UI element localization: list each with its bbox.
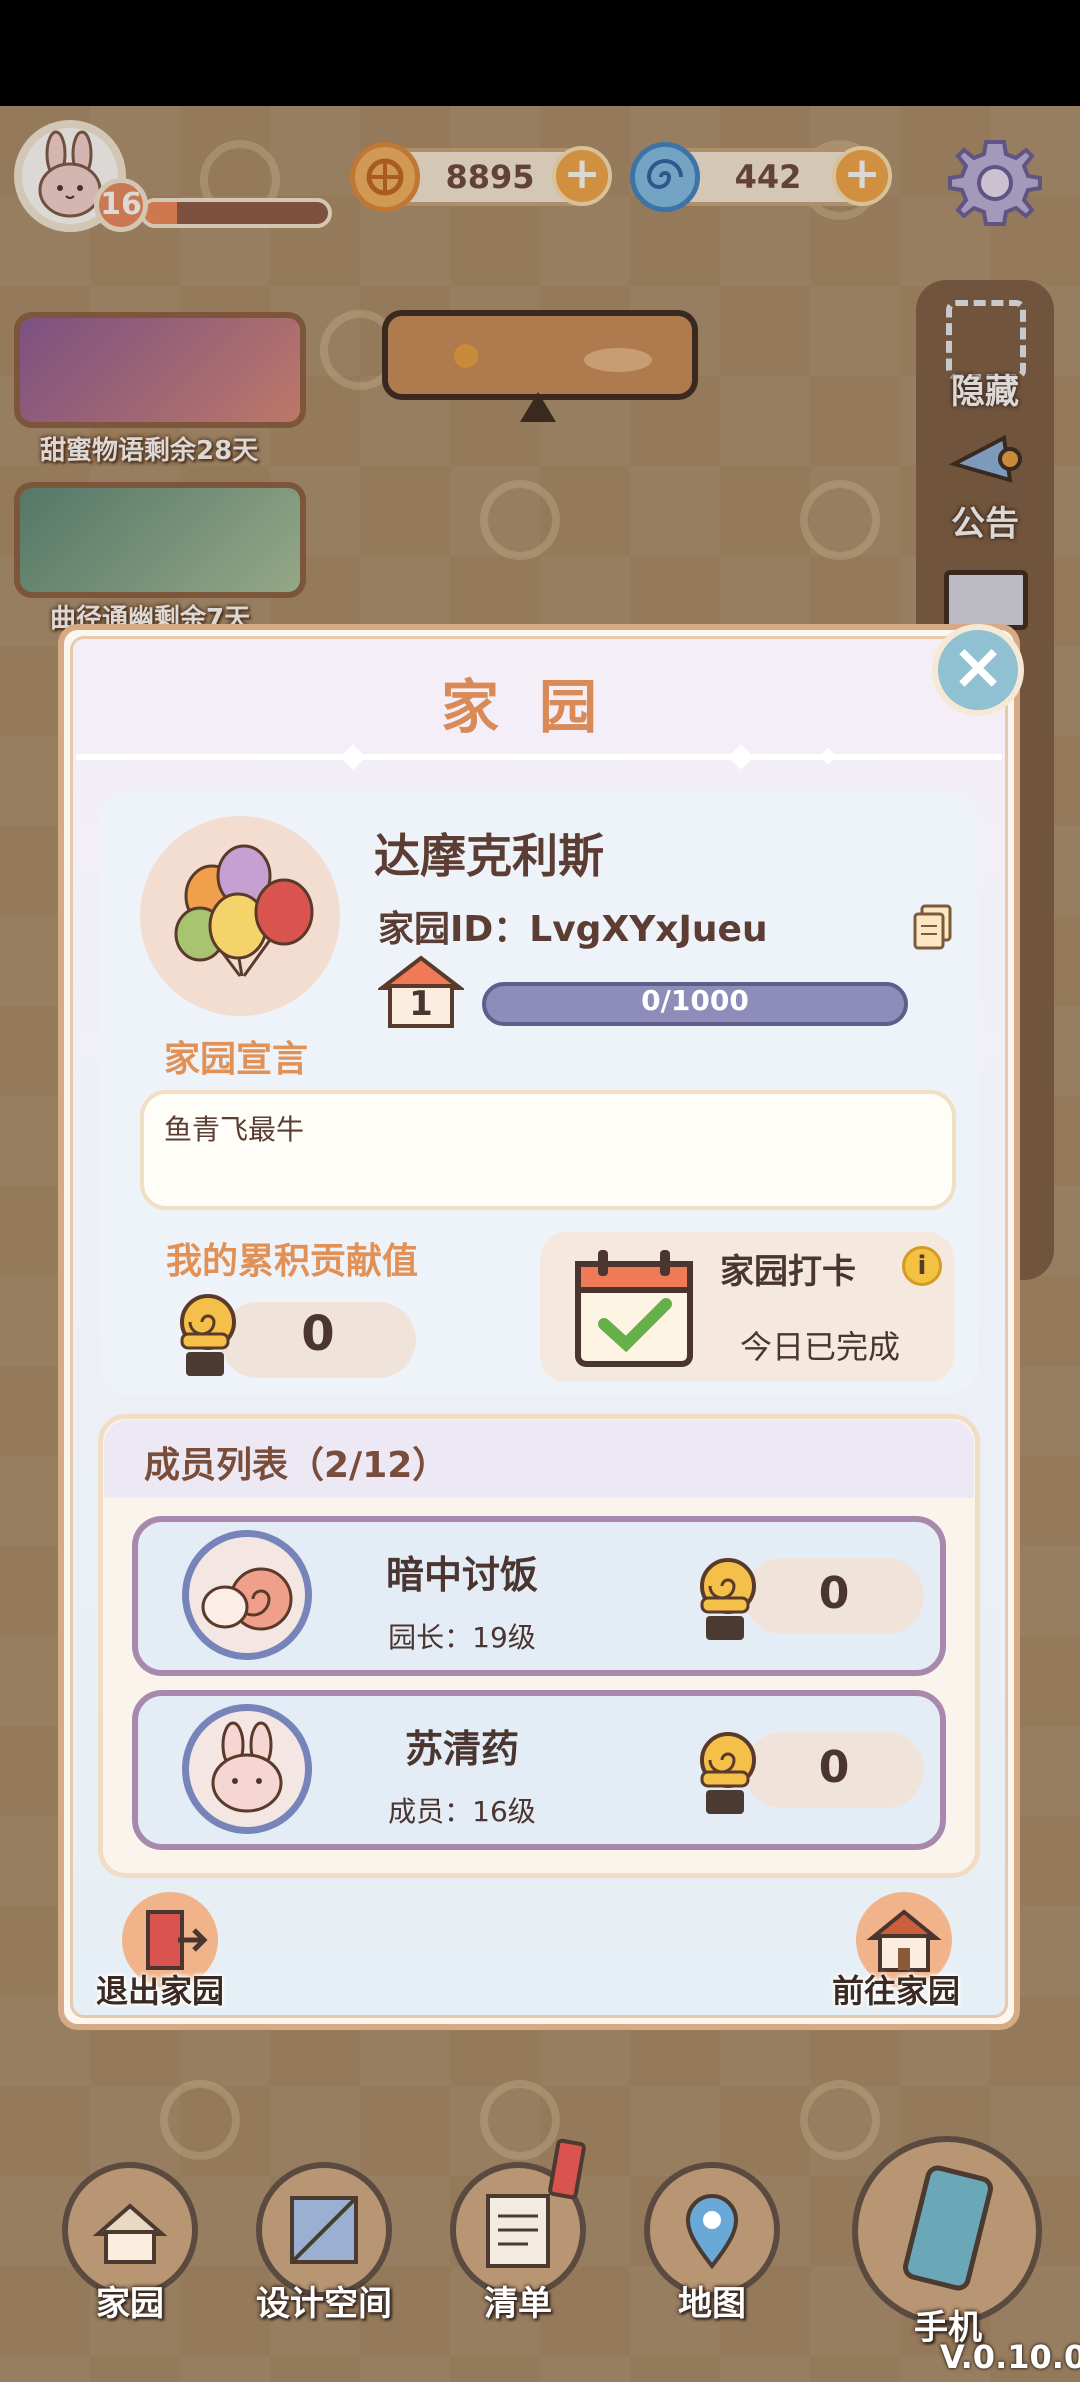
nav-home-label: 家园 xyxy=(96,2284,164,2324)
snail-trophy-icon xyxy=(688,1546,762,1644)
home-id: 家园ID：LvgXYxJueu xyxy=(378,909,768,950)
home-level-number: 1 xyxy=(409,984,433,1024)
nav-design-label: 设计空间 xyxy=(256,2284,392,2324)
member-role: 园长：19级 xyxy=(388,1621,536,1654)
member-avatar xyxy=(182,1530,312,1660)
member-contribution-value: 0 xyxy=(818,1568,850,1619)
home-icon xyxy=(92,2203,168,2264)
nav-list-label: 清单 xyxy=(484,2284,552,2324)
home-avatar xyxy=(140,816,340,1016)
members-title: 成员列表（2/12） xyxy=(144,1445,449,1486)
snail-avatar-icon xyxy=(201,1567,293,1631)
snail-trophy-icon xyxy=(688,1720,762,1818)
map-pin-icon xyxy=(685,2194,739,2270)
member-contribution-value: 0 xyxy=(818,1742,850,1793)
status-bar xyxy=(0,0,1080,106)
home-exp-progress-text: 0/1000 xyxy=(641,984,749,1017)
balloons-icon xyxy=(174,844,314,977)
declaration-label: 家园宣言 xyxy=(164,1039,309,1080)
member-avatar xyxy=(182,1704,312,1834)
member-role: 成员：16级 xyxy=(388,1795,536,1828)
info-icon[interactable]: i xyxy=(902,1246,942,1286)
member-name: 苏清药 xyxy=(404,1727,519,1771)
goto-home-button[interactable]: 前往家园 xyxy=(832,1966,960,2012)
title-divider xyxy=(76,754,1002,760)
nav-map-label: 地图 xyxy=(678,2284,746,2324)
home-name: 达摩克利斯 xyxy=(374,829,604,883)
nav-phone-button[interactable] xyxy=(852,2136,1042,2326)
member-name: 暗中讨饭 xyxy=(385,1553,538,1597)
calendar-check-icon xyxy=(572,1246,696,1370)
blueprint-icon xyxy=(290,2196,358,2264)
declaration-text: 鱼青飞最牛 xyxy=(164,1113,305,1146)
contribution-label: 我的累积贡献值 xyxy=(166,1241,419,1282)
phone-icon xyxy=(903,2165,993,2291)
leave-home-button[interactable]: 退出家园 xyxy=(96,1966,224,2012)
version-label: V.0.10.0 xyxy=(940,2338,1080,2376)
checkin-title: 家园打卡 xyxy=(720,1252,856,1292)
rabbit-avatar-icon xyxy=(211,1721,283,1813)
contribution-value: 0 xyxy=(301,1306,335,1362)
snail-trophy-icon xyxy=(168,1282,242,1380)
checkin-status: 今日已完成 xyxy=(740,1328,901,1366)
close-button[interactable]: × xyxy=(932,624,1024,716)
panel-title: 家园 xyxy=(440,673,637,741)
copy-icon[interactable] xyxy=(912,904,954,950)
